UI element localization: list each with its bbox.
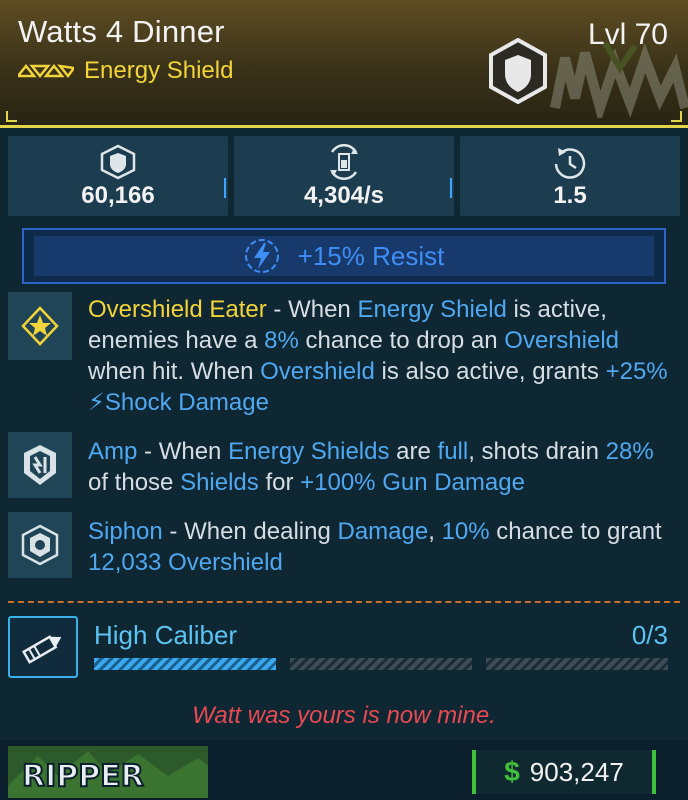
item-header: Watts 4 Dinner Energy Shield Lvl 70 bbox=[0, 0, 688, 128]
section-divider bbox=[8, 601, 680, 605]
perk-text-segment: Amp bbox=[88, 438, 138, 465]
perk-text-segment: Energy Shields bbox=[228, 438, 390, 465]
recharge-delay-icon bbox=[554, 148, 586, 179]
corner-marker-icon bbox=[6, 111, 17, 122]
perk-text-segment: - When dealing bbox=[162, 518, 338, 545]
price-box: $ 903,247 bbox=[472, 750, 656, 794]
ripper-logo-text: RIPPER bbox=[22, 759, 144, 794]
perk-siphon: Siphon - When dealing Damage, 10% chance… bbox=[8, 512, 680, 582]
perk-text-segment: +25% bbox=[605, 358, 668, 385]
item-type-row: Energy Shield bbox=[18, 57, 233, 85]
skill-progress-segment bbox=[290, 658, 472, 670]
stat-recharge-rate: 4,304/s bbox=[234, 136, 454, 216]
perk-overshield-eater: Overshield Eater - When Energy Shield is… bbox=[8, 292, 680, 422]
bullet-icon bbox=[21, 635, 62, 664]
skill-progress-segment bbox=[94, 658, 276, 670]
perk-text-segment: of those bbox=[88, 469, 181, 496]
perk-amp: Amp - When Energy Shields are full, shot… bbox=[8, 432, 680, 502]
perk-text-segment: Energy Shield bbox=[357, 296, 507, 323]
siphon-shield-icon bbox=[21, 524, 59, 566]
perk-text-segment: Siphon bbox=[88, 518, 163, 545]
perk-text-segment: 12,033 Overshield bbox=[88, 549, 283, 576]
item-name: Watts 4 Dinner bbox=[18, 14, 225, 49]
skill-count: 0/3 bbox=[631, 620, 668, 650]
item-type: Energy Shield bbox=[84, 57, 234, 84]
stat-divider bbox=[450, 178, 452, 198]
perk-text-segment: , shots drain bbox=[468, 438, 606, 465]
perk-text-segment: , bbox=[428, 518, 442, 545]
perk-text-segment: - When bbox=[137, 438, 229, 465]
perk-text-segment: full bbox=[437, 438, 469, 465]
ripper-logo: RIPPER bbox=[8, 746, 208, 798]
skill-row: High Caliber 0/3 bbox=[0, 612, 688, 682]
dollar-icon: $ bbox=[504, 756, 520, 787]
amp-shield-icon bbox=[24, 445, 56, 485]
perk-text-segment: 8% bbox=[264, 327, 299, 354]
perk-text-segment: Overshield bbox=[260, 358, 375, 385]
stat-value: 60,166 bbox=[81, 182, 155, 209]
stat-value: 1.5 bbox=[553, 182, 587, 209]
stats-row: 60,166 4,304/s 1.5 bbox=[8, 136, 680, 216]
resist-banner: +15% Resist bbox=[22, 228, 666, 284]
perk-text-segment: are bbox=[389, 438, 438, 465]
perk-icon-box bbox=[8, 292, 72, 360]
perk-text-segment: Overshield bbox=[504, 327, 619, 354]
stat-capacity: 60,166 bbox=[8, 136, 228, 216]
perk-text-segment: chance to grant bbox=[489, 518, 662, 545]
perk-text-segment: Shields bbox=[180, 469, 259, 496]
perk-text-segment: is also active, grants bbox=[374, 358, 606, 385]
skill-progress-segment bbox=[486, 658, 668, 670]
perk-text-segment: +100% Gun Damage bbox=[300, 469, 525, 496]
perk-text-segment: Overshield Eater bbox=[88, 296, 267, 323]
skill-name: High Caliber bbox=[94, 620, 238, 650]
flavor-text: Watt was yours is now mine. bbox=[192, 702, 496, 729]
stat-recharge-delay: 1.5 bbox=[460, 136, 680, 216]
perk-text-segment: for bbox=[258, 469, 301, 496]
perk-text-segment: ⚡ bbox=[88, 389, 105, 416]
item-footer: RIPPER $ 903,247 bbox=[0, 740, 688, 800]
corner-marker-icon bbox=[671, 111, 682, 122]
perk-text-segment: - When bbox=[266, 296, 358, 323]
perk-text-segment: chance to drop an bbox=[298, 327, 505, 354]
perk-text-segment: 28% bbox=[605, 438, 654, 465]
overshield-star-icon bbox=[21, 306, 59, 346]
perk-description: Overshield Eater - When Energy Shield is… bbox=[88, 294, 672, 418]
shield-type-emblem-icon bbox=[489, 38, 547, 104]
resist-text: +15% Resist bbox=[297, 240, 445, 271]
stat-divider bbox=[224, 178, 226, 198]
perk-text-segment: Damage bbox=[337, 518, 429, 545]
perk-text-segment: when hit. When bbox=[88, 358, 261, 385]
shield-capacity-icon bbox=[100, 144, 136, 180]
recharge-rate-icon bbox=[330, 144, 358, 180]
resist-inner: +15% Resist bbox=[34, 236, 654, 276]
perk-icon-box bbox=[8, 432, 72, 498]
perk-description: Siphon - When dealing Damage, 10% chance… bbox=[88, 516, 672, 578]
skill-badge bbox=[8, 616, 78, 678]
perk-text-segment: 10% bbox=[441, 518, 490, 545]
manufacturer-graffiti-icon bbox=[550, 41, 688, 118]
perk-icon-box bbox=[8, 512, 72, 578]
stat-value: 4,304/s bbox=[303, 182, 385, 209]
perk-description: Amp - When Energy Shields are full, shot… bbox=[88, 436, 672, 498]
rarity-chevrons-icon bbox=[18, 64, 74, 78]
price-value: 903,247 bbox=[529, 756, 624, 787]
perk-text-segment: Shock Damage bbox=[104, 389, 269, 416]
lightning-icon bbox=[244, 239, 279, 273]
